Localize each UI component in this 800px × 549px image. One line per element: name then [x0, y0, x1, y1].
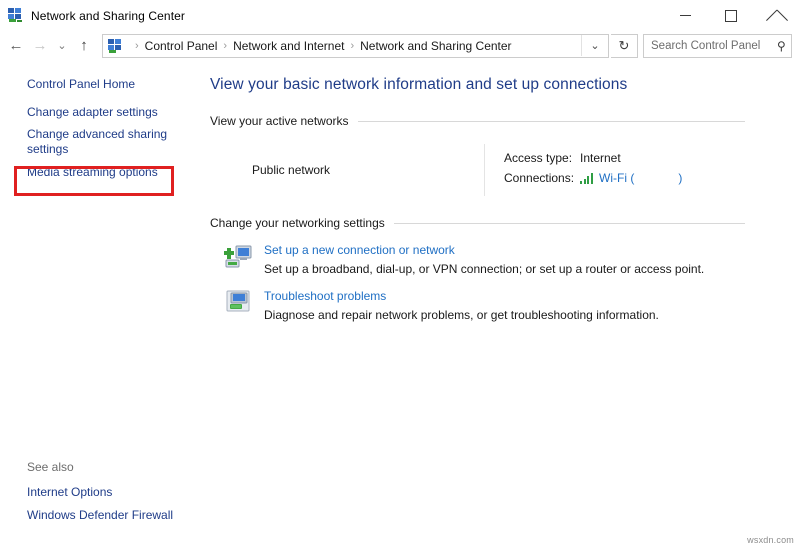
sidebar-item-control-panel-home[interactable]: Control Panel Home — [0, 72, 187, 101]
access-type-label: Access type: — [504, 151, 580, 165]
main-pane: View your basic network information and … — [203, 60, 800, 549]
breadcrumb-item-control-panel[interactable]: Control Panel — [145, 39, 218, 53]
sidebar-item-media-streaming-options[interactable]: Media streaming options — [0, 161, 187, 184]
see-also-item-internet-options[interactable]: Internet Options — [0, 481, 187, 504]
page-title: View your basic network information and … — [203, 60, 800, 94]
breadcrumb-separator-1: › — [223, 40, 227, 52]
window-title: Network and Sharing Center — [31, 9, 185, 23]
troubleshoot-problems-description: Diagnose and repair network problems, or… — [264, 308, 659, 322]
new-connection-icon — [224, 242, 254, 272]
chevron-down-icon[interactable]: ⌄ — [581, 35, 608, 56]
watermark: wsxdn.com — [747, 535, 794, 545]
title-bar: Network and Sharing Center — [0, 0, 800, 31]
networking-settings-label: Change your networking settings — [210, 216, 385, 230]
see-also-title: See also — [0, 460, 203, 481]
active-network-name-cell: Public network — [210, 144, 485, 196]
section-divider — [358, 121, 745, 122]
active-network-details: Access type: Internet Connections: Wi-Fi… — [485, 144, 682, 196]
wifi-signal-icon — [580, 173, 594, 184]
task-set-up-new-connection[interactable]: Set up a new connection or network Set u… — [203, 242, 800, 276]
forward-button: → — [28, 34, 52, 58]
search-icon[interactable]: ⚲ — [777, 39, 786, 53]
task-text: Troubleshoot problems Diagnose and repai… — [264, 288, 659, 322]
section-divider — [394, 223, 745, 224]
access-type-value: Internet — [580, 151, 621, 165]
content-area: Control Panel Home Change adapter settin… — [0, 60, 800, 549]
networking-settings-section-header: Change your networking settings — [203, 216, 800, 230]
troubleshoot-icon — [224, 288, 254, 318]
minimize-button[interactable] — [662, 0, 708, 31]
active-networks-label: View your active networks — [210, 114, 349, 128]
network-sharing-icon — [8, 8, 24, 24]
address-bar: ← → ⌄ ↑ › Control Panel › Network and In… — [0, 31, 800, 60]
breadcrumb-separator-0: › — [135, 40, 139, 52]
up-button[interactable]: ↑ — [72, 34, 96, 58]
maximize-button[interactable] — [708, 0, 754, 31]
active-network-entry: Public network Access type: Internet Con… — [203, 144, 800, 196]
back-button[interactable]: ← — [4, 34, 28, 58]
see-also-item-windows-defender-firewall[interactable]: Windows Defender Firewall — [0, 504, 187, 527]
wifi-connection-suffix: ) — [678, 171, 682, 185]
troubleshoot-problems-link[interactable]: Troubleshoot problems — [264, 289, 659, 303]
search-placeholder: Search Control Panel — [651, 40, 777, 52]
refresh-button[interactable]: ↻ — [611, 34, 638, 58]
connections-row: Connections: Wi-Fi () — [504, 169, 682, 187]
sidebar-item-change-advanced-sharing-settings[interactable]: Change advanced sharing settings — [0, 124, 187, 161]
active-networks-section-header: View your active networks — [203, 114, 800, 128]
task-troubleshoot-problems[interactable]: Troubleshoot problems Diagnose and repai… — [203, 288, 800, 322]
connections-label: Connections: — [504, 171, 580, 185]
wifi-connection-prefix: Wi-Fi ( — [599, 171, 634, 185]
set-up-new-connection-link[interactable]: Set up a new connection or network — [264, 243, 704, 257]
wifi-connection-link[interactable]: Wi-Fi () — [599, 171, 682, 185]
breadcrumb-item-network-and-sharing-center[interactable]: Network and Sharing Center — [360, 39, 511, 53]
breadcrumb-item-network-and-internet[interactable]: Network and Internet — [233, 39, 344, 53]
access-type-row: Access type: Internet — [504, 149, 682, 167]
breadcrumb[interactable]: › Control Panel › Network and Internet ›… — [102, 34, 609, 58]
breadcrumb-separator-2: › — [350, 40, 354, 52]
network-name: Public network — [252, 163, 330, 177]
navigation-pane: Control Panel Home Change adapter settin… — [0, 60, 203, 549]
set-up-new-connection-description: Set up a broadband, dial-up, or VPN conn… — [264, 262, 704, 276]
breadcrumb-network-icon — [108, 38, 124, 54]
wifi-ssid-redacted — [634, 173, 678, 184]
search-input[interactable]: Search Control Panel ⚲ — [643, 34, 792, 58]
recent-locations-button[interactable]: ⌄ — [52, 34, 72, 58]
window-controls — [662, 0, 800, 31]
sidebar-item-change-adapter-settings[interactable]: Change adapter settings — [0, 101, 187, 124]
task-text: Set up a new connection or network Set u… — [264, 242, 704, 276]
close-button[interactable] — [754, 0, 800, 31]
see-also-section: See also Internet Options Windows Defend… — [0, 460, 203, 527]
